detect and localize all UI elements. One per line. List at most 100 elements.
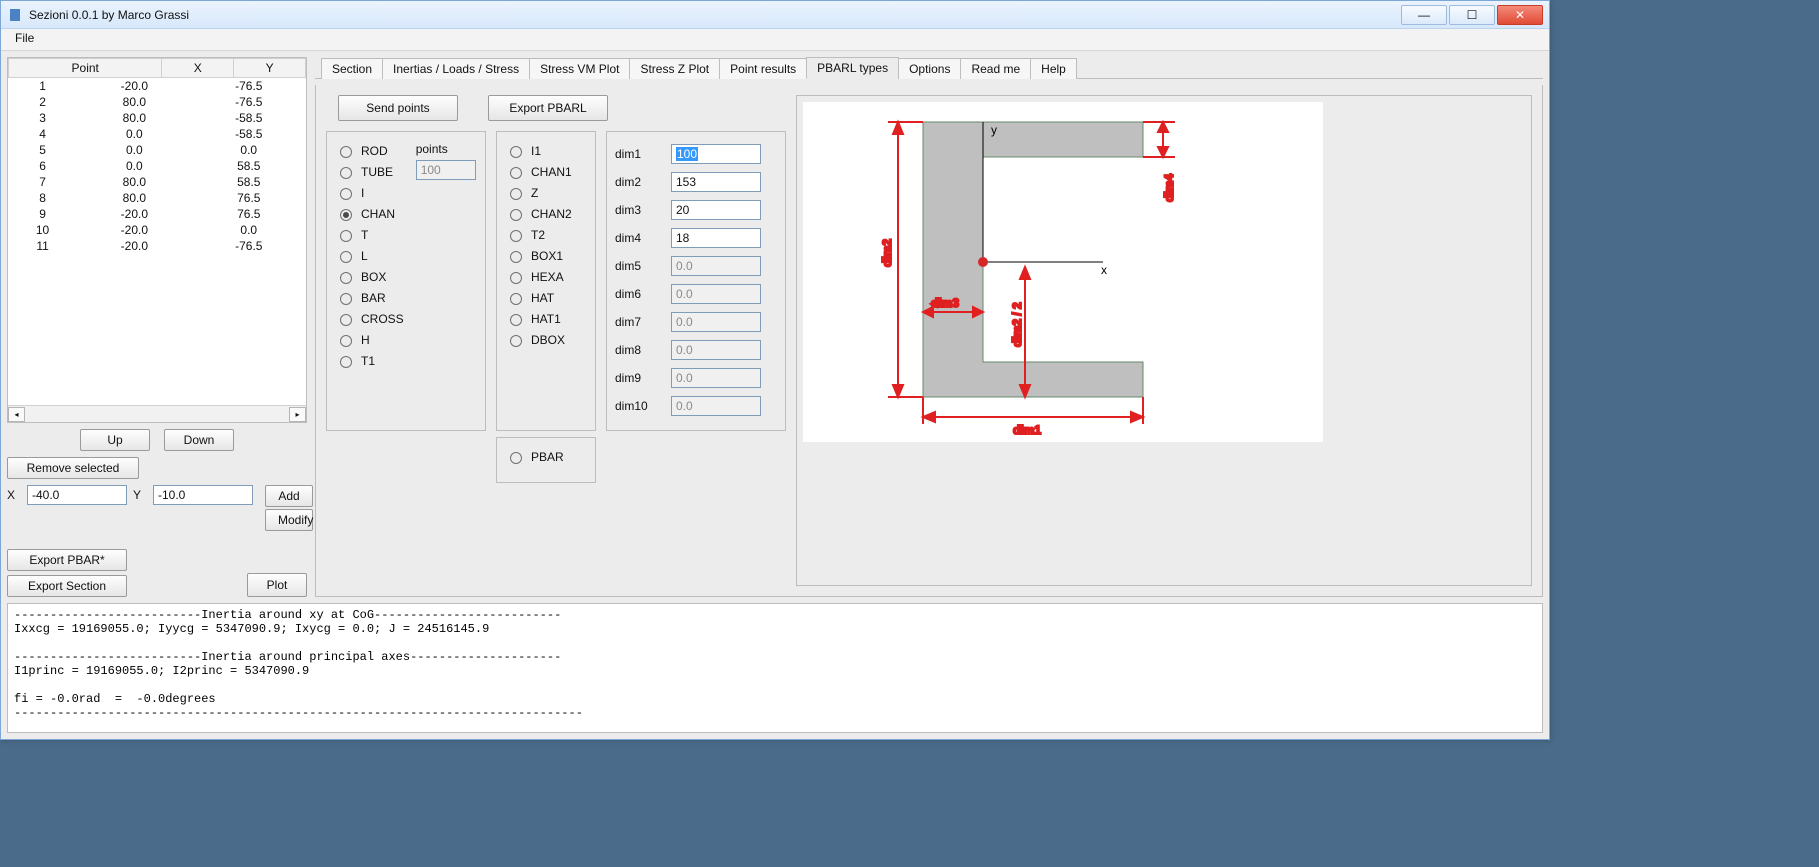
tab-read-me[interactable]: Read me [960, 58, 1031, 79]
export-pbarl-button[interactable]: Export PBARL [488, 95, 608, 121]
radio-z[interactable]: Z [505, 182, 587, 203]
table-row[interactable]: 280.0-76.5 [8, 94, 306, 110]
export-section-button[interactable]: Export Section [7, 575, 127, 597]
radio-chan2[interactable]: CHAN2 [505, 203, 587, 224]
dim2-input[interactable] [671, 172, 761, 192]
pbarl-tab-panel: Send points Export PBARL RODTUBEICHANTLB… [315, 85, 1543, 597]
dim4-label: dim4 [615, 231, 661, 245]
x-label: X [7, 488, 21, 502]
radio-box[interactable]: BOX [335, 266, 404, 287]
radio-l[interactable]: L [335, 245, 404, 266]
dim10-label: dim10 [615, 399, 661, 413]
radio-i1[interactable]: I1 [505, 140, 587, 161]
radio-chan[interactable]: CHAN [335, 203, 404, 224]
radio-i[interactable]: I [335, 182, 404, 203]
table-scrollbar[interactable]: ◂ ▸ [8, 405, 306, 422]
table-row[interactable]: 40.0-58.5 [8, 126, 306, 142]
maximize-button[interactable]: ☐ [1449, 5, 1495, 25]
tab-pbarl-types[interactable]: PBARL types [806, 57, 899, 79]
dim9-label: dim9 [615, 371, 661, 385]
title-bar: Sezioni 0.0.1 by Marco Grassi — ☐ ✕ [1, 1, 1549, 29]
svg-text:dim3: dim3 [931, 296, 959, 310]
table-row[interactable]: 11-20.0-76.5 [8, 238, 306, 254]
output-console[interactable]: --------------------------Inertia around… [7, 603, 1543, 733]
radio-h[interactable]: H [335, 329, 404, 350]
table-header[interactable]: X [162, 59, 234, 78]
remove-selected-button[interactable]: Remove selected [7, 457, 139, 479]
radio-t1[interactable]: T1 [335, 350, 404, 371]
tab-bar: SectionInertias / Loads / StressStress V… [315, 57, 1543, 79]
export-pbar-button[interactable]: Export PBAR* [7, 549, 127, 571]
y-input[interactable] [153, 485, 253, 505]
radio-t[interactable]: T [335, 224, 404, 245]
points-table[interactable]: PointXY 1-20.0-76.5280.0-76.5380.0-58.54… [7, 57, 307, 423]
table-row[interactable]: 1-20.0-76.5 [8, 78, 306, 94]
dim8-input [671, 340, 761, 360]
table-row[interactable]: 60.058.5 [8, 158, 306, 174]
plot-button[interactable]: Plot [247, 573, 307, 597]
radio-pbar[interactable]: PBAR [505, 446, 587, 467]
svg-text:dim1: dim1 [1013, 423, 1041, 437]
dim2-label: dim2 [615, 175, 661, 189]
table-row[interactable]: 50.00.0 [8, 142, 306, 158]
dim4-input[interactable] [671, 228, 761, 248]
table-row[interactable]: 10-20.00.0 [8, 222, 306, 238]
window-title: Sezioni 0.0.1 by Marco Grassi [29, 8, 1401, 22]
dimensions-panel: dim1100dim2dim3dim4dim5dim6dim7dim8dim9d… [606, 131, 786, 431]
dim6-label: dim6 [615, 287, 661, 301]
dim8-label: dim8 [615, 343, 661, 357]
tab-inertias-loads-stress[interactable]: Inertias / Loads / Stress [382, 58, 530, 79]
minimize-button[interactable]: — [1401, 5, 1447, 25]
x-input[interactable] [27, 485, 127, 505]
app-window: Sezioni 0.0.1 by Marco Grassi — ☐ ✕ File… [0, 0, 1550, 740]
radio-t2[interactable]: T2 [505, 224, 587, 245]
tab-section[interactable]: Section [321, 58, 383, 79]
radio-chan1[interactable]: CHAN1 [505, 161, 587, 182]
radio-hat1[interactable]: HAT1 [505, 308, 587, 329]
svg-text:dim4: dim4 [1162, 174, 1176, 202]
radio-bar[interactable]: BAR [335, 287, 404, 308]
dim5-label: dim5 [615, 259, 661, 273]
dim3-input[interactable] [671, 200, 761, 220]
tab-point-results[interactable]: Point results [719, 58, 807, 79]
down-button[interactable]: Down [164, 429, 234, 451]
dim5-input [671, 256, 761, 276]
dim10-input [671, 396, 761, 416]
table-row[interactable]: 380.0-58.5 [8, 110, 306, 126]
table-row[interactable]: 880.076.5 [8, 190, 306, 206]
app-icon [7, 7, 23, 23]
menu-bar: File [1, 29, 1549, 51]
table-row[interactable]: 9-20.076.5 [8, 206, 306, 222]
scroll-left-icon[interactable]: ◂ [8, 407, 25, 422]
send-points-button[interactable]: Send points [338, 95, 458, 121]
table-header[interactable]: Point [9, 59, 162, 78]
points-label: points [416, 142, 476, 156]
close-button[interactable]: ✕ [1497, 5, 1543, 25]
modify-button[interactable]: Modify [265, 509, 313, 531]
radio-tube[interactable]: TUBE [335, 161, 404, 182]
add-button[interactable]: Add [265, 485, 313, 507]
radio-dbox[interactable]: DBOX [505, 329, 587, 350]
radio-hexa[interactable]: HEXA [505, 266, 587, 287]
tab-stress-vm-plot[interactable]: Stress VM Plot [529, 58, 630, 79]
dim7-input [671, 312, 761, 332]
scroll-right-icon[interactable]: ▸ [289, 407, 306, 422]
points-input [416, 160, 476, 180]
radio-hat[interactable]: HAT [505, 287, 587, 308]
dim7-label: dim7 [615, 315, 661, 329]
dim1-label: dim1 [615, 147, 661, 161]
table-header[interactable]: Y [234, 59, 306, 78]
radio-cross[interactable]: CROSS [335, 308, 404, 329]
svg-text:dim2 / 2: dim2 / 2 [1010, 302, 1024, 347]
svg-text:y: y [991, 123, 997, 137]
tab-stress-z-plot[interactable]: Stress Z Plot [629, 58, 720, 79]
table-row[interactable]: 780.058.5 [8, 174, 306, 190]
radio-box1[interactable]: BOX1 [505, 245, 587, 266]
menu-file[interactable]: File [9, 29, 40, 47]
svg-text:x: x [1101, 263, 1107, 277]
tab-help[interactable]: Help [1030, 58, 1077, 79]
up-button[interactable]: Up [80, 429, 150, 451]
tab-options[interactable]: Options [898, 58, 961, 79]
radio-rod[interactable]: ROD [335, 140, 404, 161]
dim1-input[interactable]: 100 [671, 144, 761, 164]
